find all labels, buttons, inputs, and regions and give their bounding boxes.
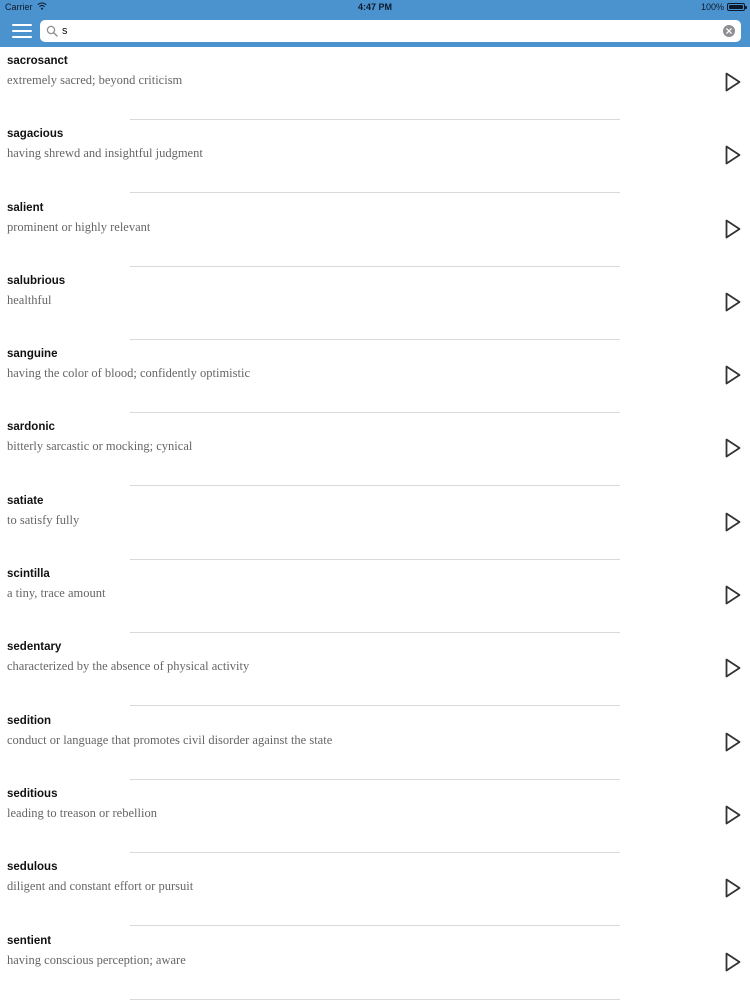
hamburger-menu-icon[interactable] (12, 23, 32, 39)
list-item-sedulous[interactable]: sedulous diligent and constant effort or… (0, 853, 750, 927)
word-list: sacrosanct extremely sacred; beyond crit… (0, 47, 750, 1000)
list-item-satiate[interactable]: satiate to satisfy fully (0, 487, 750, 560)
play-triangle-icon[interactable] (724, 364, 742, 386)
word-definition: conduct or language that promotes civil … (7, 732, 333, 747)
list-item-sentient[interactable]: sentient having conscious perception; aw… (0, 927, 750, 1000)
nav-bar (0, 14, 750, 47)
search-input[interactable] (62, 22, 717, 40)
status-bar: Carrier 4:47 PM 100% (0, 0, 750, 14)
word-definition: extremely sacred; beyond criticism (7, 73, 183, 87)
word-term: sagacious (7, 128, 64, 141)
word-definition: a tiny, trace amount (7, 586, 106, 601)
word-definition: having the color of blood; confidently o… (7, 366, 251, 381)
word-definition: diligent and constant effort or pursuit (7, 879, 194, 894)
list-item-seditious[interactable]: seditious leading to treason or rebellio… (0, 780, 750, 853)
clear-circle-x-icon[interactable] (723, 25, 735, 37)
word-definition: having conscious perception; aware (7, 952, 186, 967)
status-time: 4:47 PM (357, 2, 392, 12)
play-triangle-icon[interactable] (724, 291, 742, 313)
play-triangle-icon[interactable] (724, 731, 742, 753)
play-triangle-icon[interactable] (724, 144, 742, 166)
list-item-salubrious[interactable]: salubrious healthful (0, 267, 750, 340)
list-item-sedition[interactable]: sedition conduct or language that promot… (0, 707, 750, 780)
word-definition: prominent or highly relevant (7, 219, 151, 234)
search-bar[interactable] (40, 20, 741, 42)
battery-percent: 100% (700, 2, 724, 12)
list-item-sedentary[interactable]: sedentary characterized by the absence o… (0, 633, 750, 707)
word-definition: leading to treason or rebellion (7, 805, 157, 820)
word-term: sedition (7, 714, 52, 727)
word-definition: characterized by the absence of physical… (7, 659, 250, 674)
word-definition: healthful (7, 292, 52, 307)
battery-icon (727, 3, 747, 11)
list-item-sardonic[interactable]: sardonic bitterly sarcastic or mocking; … (0, 413, 750, 487)
word-definition: bitterly sarcastic or mocking; cynical (7, 439, 193, 454)
list-item-sagacious[interactable]: sagacious having shrewd and insightful j… (0, 120, 750, 194)
list-item-sacrosanct[interactable]: sacrosanct extremely sacred; beyond crit… (0, 47, 750, 120)
word-term: sardonic (7, 421, 55, 434)
magnifier-icon (46, 25, 58, 37)
word-definition: to satisfy fully (7, 512, 80, 527)
battery-fill (729, 5, 743, 9)
list-item-scintilla[interactable]: scintilla a tiny, trace amount (0, 560, 750, 634)
play-triangle-icon[interactable] (724, 218, 742, 240)
play-triangle-icon[interactable] (724, 584, 742, 606)
play-triangle-icon[interactable] (724, 71, 742, 93)
list-item-sanguine[interactable]: sanguine having the color of blood; conf… (0, 340, 750, 414)
word-term: seditious (7, 787, 58, 800)
word-definition: having shrewd and insightful judgment (7, 146, 203, 161)
word-term: salient (7, 201, 44, 214)
word-term: sentient (7, 934, 52, 947)
play-triangle-icon[interactable] (724, 657, 742, 679)
word-term: salubrious (7, 274, 66, 287)
row-divider (130, 998, 620, 1000)
word-term: sanguine (7, 348, 58, 361)
play-triangle-icon[interactable] (724, 437, 742, 459)
word-term: sedulous (7, 861, 58, 874)
list-item-salient[interactable]: salient prominent or highly relevant (0, 194, 750, 267)
word-term: sedentary (7, 641, 62, 654)
play-triangle-icon[interactable] (724, 951, 742, 973)
word-term: scintilla (7, 568, 50, 581)
play-triangle-icon[interactable] (724, 877, 742, 899)
word-term: sacrosanct (7, 55, 68, 67)
play-triangle-icon[interactable] (724, 511, 742, 533)
play-triangle-icon[interactable] (724, 804, 742, 826)
word-term: satiate (7, 494, 44, 507)
